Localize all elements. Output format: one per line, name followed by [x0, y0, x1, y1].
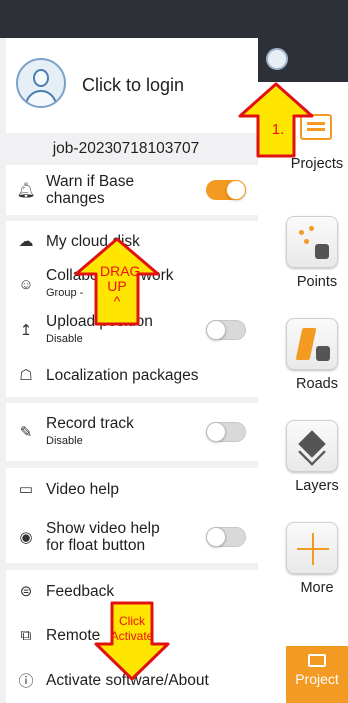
warn-base-row[interactable]: 🔔︎ Warn if Base changes — [6, 165, 258, 215]
warn-base-section: 🔔︎ Warn if Base changes — [6, 165, 258, 215]
roads-icon — [286, 318, 338, 370]
login-label[interactable]: Click to login — [82, 75, 184, 96]
rail-top-strip — [258, 38, 348, 82]
upload-sub: Disable — [46, 332, 83, 345]
drag-label-2: UP — [107, 278, 127, 294]
upload-icon: ↥ — [19, 322, 33, 339]
job-name: job-20230718103707 — [0, 133, 252, 165]
info-icon: ⓘ — [18, 673, 34, 690]
click-label-2: Activate — [110, 629, 154, 643]
layers-label: Layers — [295, 478, 339, 494]
project-tab-button[interactable]: Project — [286, 646, 348, 703]
bell-icon: 🔔︎ — [16, 182, 36, 199]
video-icon: ▭ — [18, 481, 34, 498]
status-bar — [0, 0, 348, 38]
plus-icon — [286, 522, 338, 574]
localization-label: Localization packages — [46, 366, 199, 384]
eye-icon: ◉ — [19, 528, 33, 546]
record-row[interactable]: ✎ Record track Disable — [6, 403, 258, 461]
record-toggle[interactable] — [206, 422, 246, 442]
roads-label: Roads — [296, 376, 338, 392]
points-button[interactable]: Points — [286, 216, 348, 290]
video-section: ▭ Video help ◉ Show video help for float… — [6, 468, 258, 563]
feedback-label: Feedback — [46, 582, 115, 600]
show-video-toggle[interactable] — [206, 526, 246, 547]
drag-label-1: DRAG — [100, 263, 141, 279]
video-help-label: Video help — [46, 480, 119, 498]
record-sub: Disable — [46, 434, 83, 447]
show-video-label-2: for float button — [46, 536, 146, 554]
warn-base-toggle[interactable] — [206, 180, 246, 200]
warn-base-label: Warn if Base — [46, 173, 135, 190]
roads-button[interactable]: Roads — [286, 318, 348, 392]
drag-label-3: ^ — [113, 293, 121, 309]
layers-button[interactable]: Layers — [286, 420, 348, 494]
points-label: Points — [296, 274, 338, 290]
group-icon: ☺ — [18, 275, 34, 293]
pen-icon: ✎ — [19, 424, 33, 441]
record-section: ✎ Record track Disable — [6, 403, 258, 461]
upload-toggle[interactable] — [206, 320, 246, 340]
remote-icon: ⧉ — [20, 626, 32, 644]
layers-icon — [286, 420, 338, 472]
points-icon — [286, 216, 338, 268]
more-button[interactable]: More — [286, 522, 348, 596]
chat-icon: ⊜ — [19, 583, 33, 600]
video-help-row[interactable]: ▭ Video help — [6, 468, 258, 510]
package-icon: ☖ — [19, 367, 33, 384]
click-label-1: Click — [119, 614, 145, 628]
step1-label: 1. — [271, 121, 285, 138]
project-tab-label: Project — [295, 671, 339, 687]
more-label: More — [300, 580, 334, 596]
localization-row[interactable]: ☖ Localization packages — [6, 353, 258, 397]
user-avatar-icon[interactable] — [266, 48, 288, 70]
warn-base-label-2: changes — [46, 190, 105, 207]
folder-icon — [308, 654, 326, 667]
show-video-row[interactable]: ◉ Show video help for float button — [6, 510, 258, 563]
cloud-icon: ☁︎ — [18, 233, 34, 250]
login-section[interactable]: Click to login — [6, 38, 258, 133]
step1-arrow-annotation — [238, 82, 314, 158]
show-video-label: Show video help — [46, 519, 160, 537]
avatar-icon — [16, 58, 66, 108]
record-label: Record track — [46, 414, 134, 432]
